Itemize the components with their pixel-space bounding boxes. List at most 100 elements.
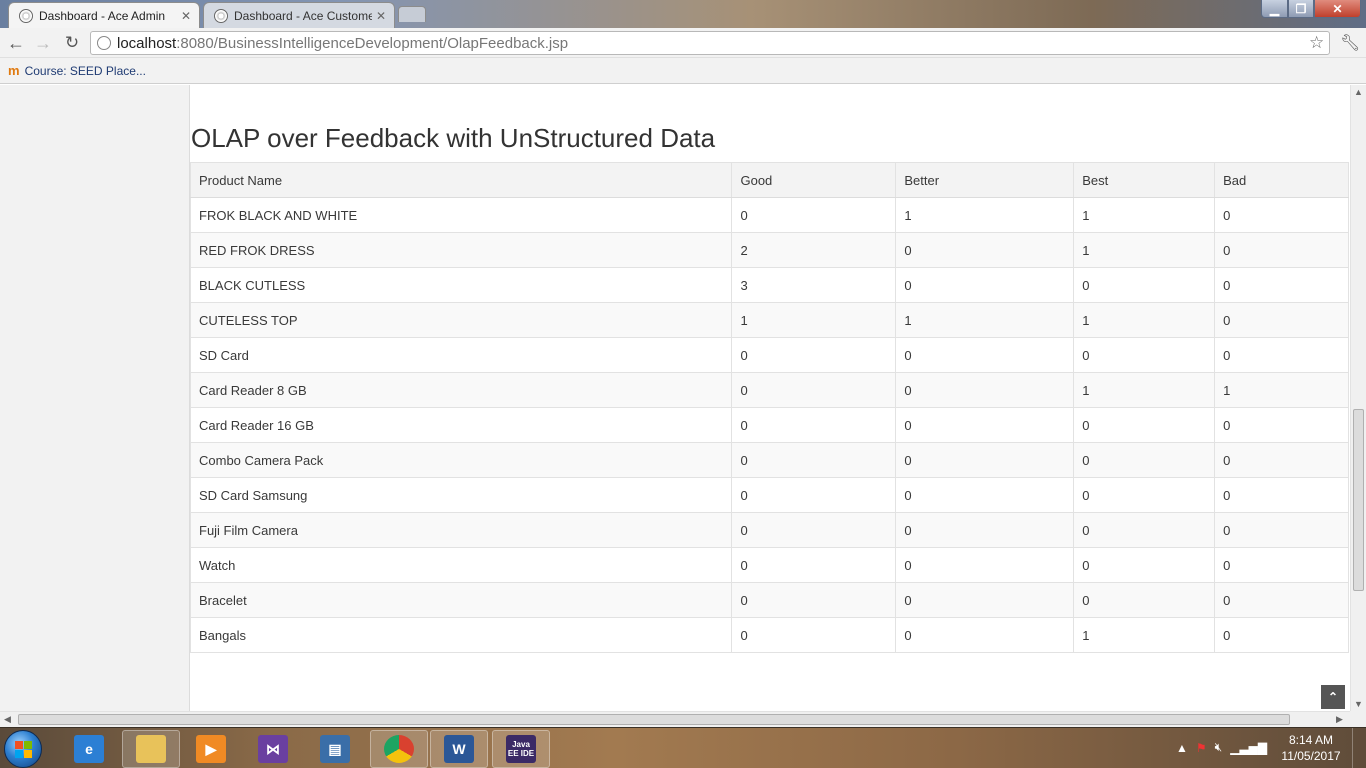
rating-count-cell: 0 — [731, 442, 897, 478]
column-header: Best — [1073, 162, 1216, 198]
page-title: OLAP over Feedback with UnStructured Dat… — [191, 123, 716, 153]
product-name-cell: FROK BLACK AND WHITE — [189, 197, 733, 233]
rating-count-cell: 0 — [1214, 302, 1349, 338]
rating-count-cell: 0 — [895, 582, 1075, 618]
clock-date: 11/05/2017 — [1281, 749, 1341, 763]
chrome-icon — [384, 735, 414, 763]
page-viewport: OLAP over Feedback with UnStructured Dat… — [0, 85, 1350, 711]
tab-ace-admin[interactable]: Dashboard - Ace Admin ✕ — [8, 2, 200, 28]
table-row: Bracelet 0 0 0 0 — [189, 582, 1349, 618]
rating-count-cell: 1 — [895, 302, 1075, 338]
product-name-cell: BLACK CUTLESS — [189, 267, 733, 303]
close-icon[interactable]: ✕ — [376, 9, 386, 23]
taskbar-app-button[interactable]: W — [430, 730, 488, 768]
new-tab-button[interactable] — [398, 6, 426, 22]
word-icon: W — [444, 735, 474, 763]
taskbar-app-button[interactable] — [370, 730, 428, 768]
rating-count-cell: 0 — [731, 337, 897, 373]
back-arrow-icon[interactable]: ← — [5, 32, 27, 54]
table-row: RED FROK DRESS 2 0 1 0 — [189, 232, 1349, 268]
scroll-up-arrow-icon[interactable]: ▲ — [1354, 87, 1363, 97]
horizontal-scroll-thumb[interactable] — [18, 714, 1290, 725]
horizontal-scrollbar[interactable]: ◀ ▶ — [0, 711, 1350, 727]
vertical-scroll-thumb[interactable] — [1353, 409, 1364, 591]
product-name-cell: Bangals — [189, 617, 733, 653]
browser-title-bar: Dashboard - Ace Admin ✕ Dashboard - Ace … — [0, 0, 1366, 28]
sidebar — [0, 85, 190, 711]
scroll-right-arrow-icon[interactable]: ▶ — [1336, 714, 1343, 725]
rating-count-cell: 0 — [1073, 442, 1216, 478]
windows-logo-icon — [14, 740, 32, 758]
scroll-down-arrow-icon[interactable]: ▼ — [1354, 699, 1363, 709]
column-header: Better — [895, 162, 1075, 198]
bookmarks-bar: m Course: SEED Place... — [0, 58, 1366, 84]
windows-taskbar: e ▶ ⋈ ▤ W Java EE IDE — [0, 727, 1366, 768]
rating-count-cell: 0 — [731, 197, 897, 233]
maximize-button[interactable]: ❐ — [1288, 0, 1314, 18]
action-center-flag-icon[interactable]: ⚑ — [1196, 741, 1207, 755]
rating-count-cell: 0 — [1073, 337, 1216, 373]
product-name-cell: Fuji Film Camera — [189, 512, 733, 548]
rating-count-cell: 0 — [895, 477, 1075, 513]
table-row: FROK BLACK AND WHITE 0 1 1 0 — [189, 197, 1349, 233]
column-header: Product Name — [189, 162, 733, 198]
rating-count-cell: 0 — [1214, 442, 1349, 478]
close-window-button[interactable]: ✕ — [1314, 0, 1361, 18]
taskbar-app-button[interactable]: ▤ — [306, 730, 364, 768]
reload-icon[interactable]: ↻ — [61, 32, 83, 54]
start-button[interactable] — [4, 730, 42, 768]
rating-count-cell: 0 — [1214, 512, 1349, 548]
taskbar-app-button[interactable]: e — [60, 730, 118, 768]
bookmark-seed-place[interactable]: Course: SEED Place... — [25, 64, 146, 78]
bookmark-star-icon[interactable]: ☆ — [1309, 33, 1324, 53]
tab-ace-customer[interactable]: Dashboard - Ace Customer ✕ — [203, 2, 395, 28]
taskbar-app-button[interactable]: ⋈ — [244, 730, 302, 768]
rating-count-cell: 0 — [1073, 512, 1216, 548]
taskbar-app-button[interactable]: ▶ — [182, 730, 240, 768]
wrench-icon[interactable]: 🔧︎ — [1340, 33, 1360, 53]
rating-count-cell: 0 — [731, 547, 897, 583]
show-hidden-icons-icon[interactable]: ▲ — [1176, 741, 1188, 755]
network-signal-icon[interactable]: ▁▃▅▇ — [1230, 741, 1267, 755]
product-name-cell: Card Reader 8 GB — [189, 372, 733, 408]
internet-explorer-icon: e — [74, 735, 104, 763]
rating-count-cell: 0 — [895, 512, 1075, 548]
rating-count-cell: 0 — [1214, 617, 1349, 653]
show-desktop-button[interactable] — [1352, 728, 1366, 768]
product-name-cell: Watch — [189, 547, 733, 583]
scroll-left-arrow-icon[interactable]: ◀ — [4, 714, 11, 725]
rating-count-cell: 0 — [895, 372, 1075, 408]
rating-count-cell: 1 — [1073, 232, 1216, 268]
minimize-button[interactable]: ▁ — [1261, 0, 1288, 18]
vertical-scrollbar[interactable]: ▲ ▼ — [1350, 85, 1366, 711]
rating-count-cell: 3 — [731, 267, 897, 303]
visual-studio-icon: ⋈ — [258, 735, 288, 763]
globe-icon — [214, 8, 228, 23]
rating-count-cell: 0 — [895, 267, 1075, 303]
taskbar-app-button[interactable]: Java EE IDE — [492, 730, 550, 768]
globe-icon — [19, 8, 33, 23]
table-row: Card Reader 8 GB 0 0 1 1 — [189, 372, 1349, 408]
rating-count-cell: 1 — [1073, 372, 1216, 408]
rating-count-cell: 2 — [731, 232, 897, 268]
product-name-cell: Combo Camera Pack — [189, 442, 733, 478]
feedback-table: Product Name Good Better Best Bad FROK B… — [189, 162, 1349, 653]
rating-count-cell: 0 — [895, 442, 1075, 478]
product-name-cell: CUTELESS TOP — [189, 302, 733, 338]
column-header: Good — [731, 162, 897, 198]
volume-muted-icon[interactable]: 🔇︎ — [1215, 740, 1223, 755]
forward-arrow-icon[interactable]: → — [32, 32, 54, 54]
rating-count-cell: 0 — [731, 477, 897, 513]
taskbar-clock[interactable]: 8:14 AM 11/05/2017 — [1278, 732, 1344, 764]
close-icon[interactable]: ✕ — [181, 9, 191, 23]
tab-title: Dashboard - Ace Admin — [39, 8, 166, 23]
table-row: SD Card Samsung 0 0 0 0 — [189, 477, 1349, 513]
browser-toolbar: ← → ↻ localhost:8080/BusinessIntelligenc… — [0, 28, 1366, 58]
table-row: CUTELESS TOP 1 1 1 0 — [189, 302, 1349, 338]
rating-count-cell: 0 — [1214, 407, 1349, 443]
address-bar[interactable]: localhost:8080/BusinessIntelligenceDevel… — [90, 31, 1330, 55]
rating-count-cell: 0 — [1073, 267, 1216, 303]
taskbar-app-button[interactable] — [122, 730, 180, 768]
table-row: BLACK CUTLESS 3 0 0 0 — [189, 267, 1349, 303]
back-to-top-button[interactable]: ⌃ — [1321, 685, 1345, 709]
